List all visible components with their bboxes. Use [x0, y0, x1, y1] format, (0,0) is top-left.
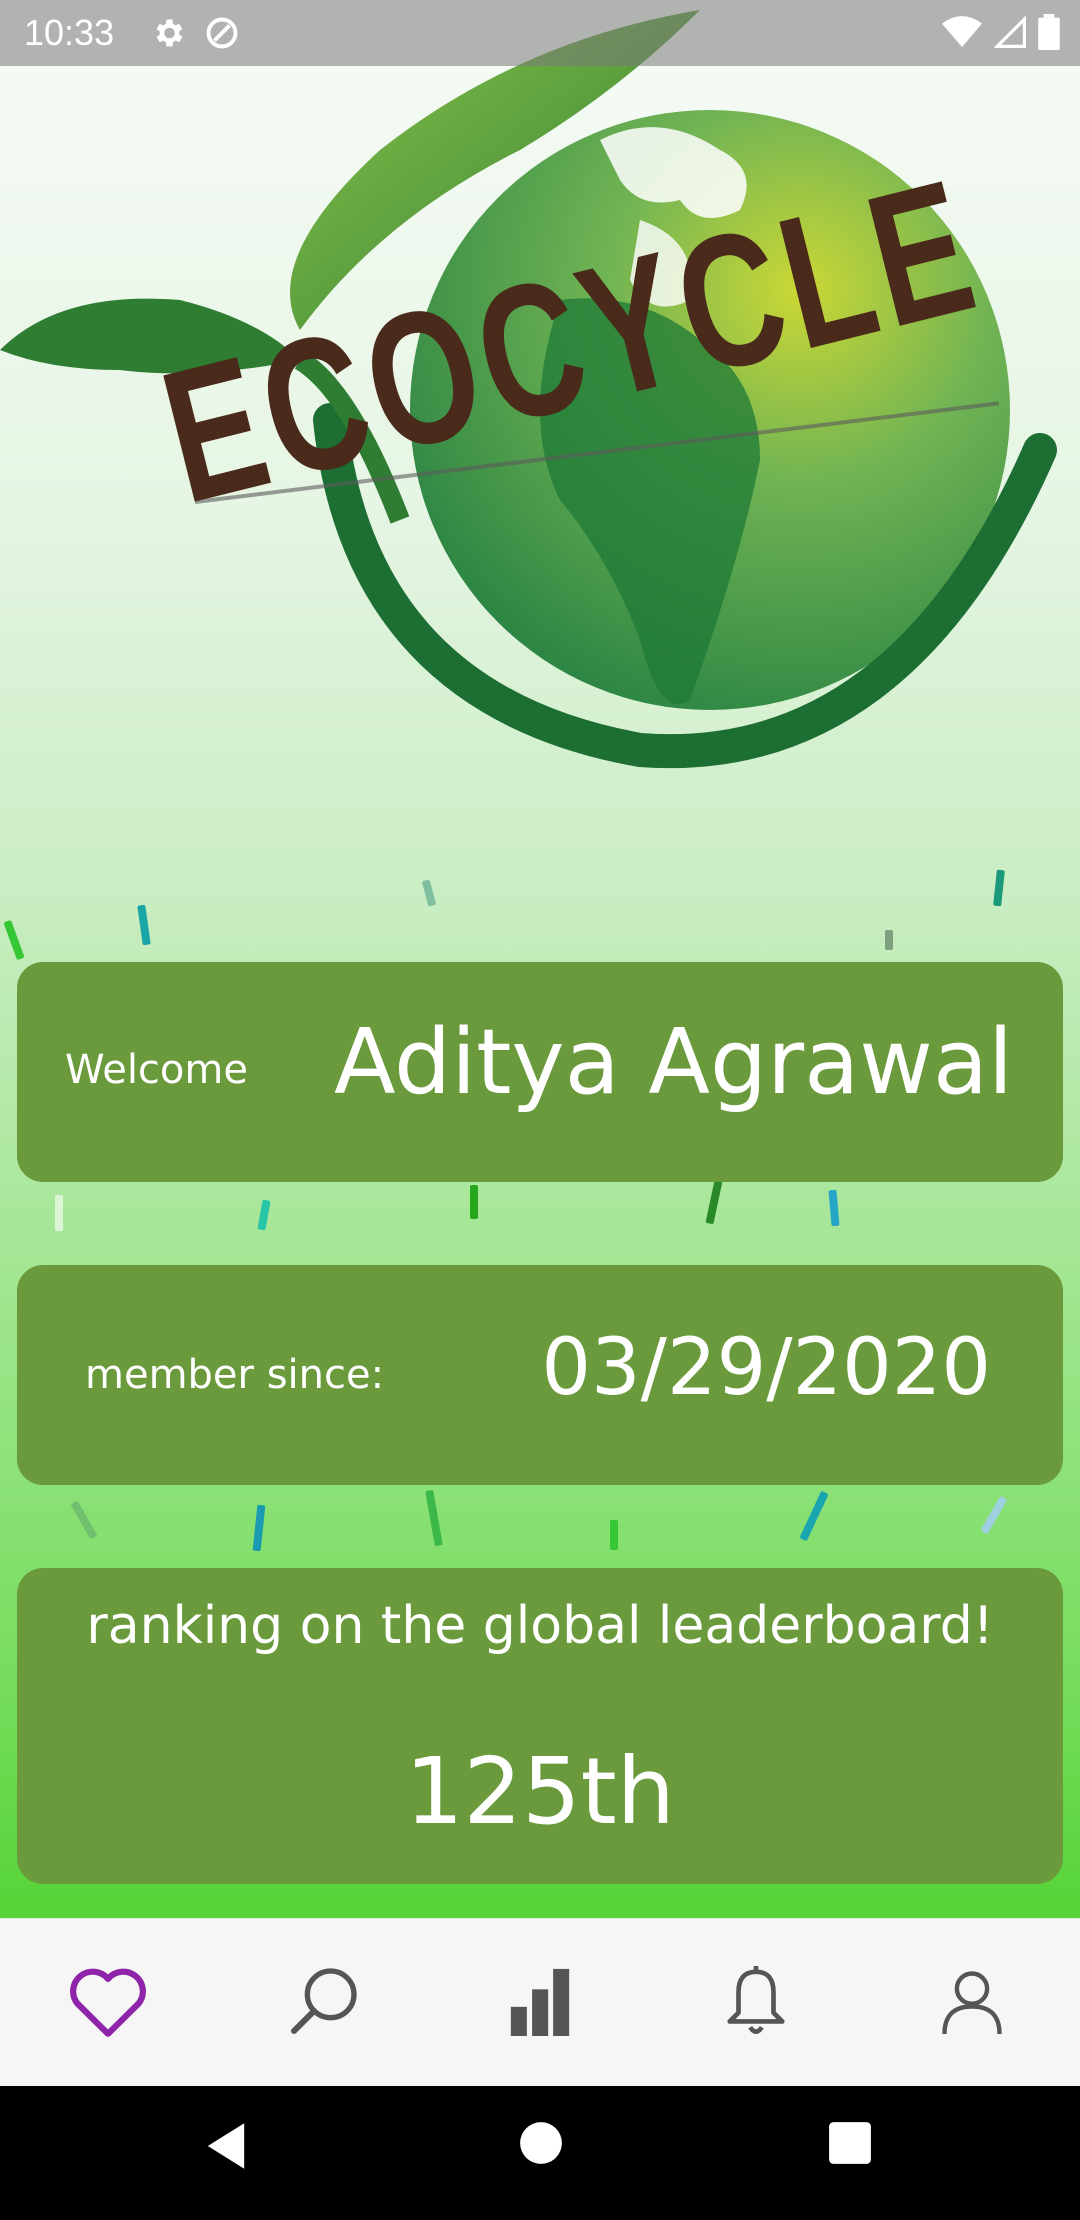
search-icon	[284, 1961, 364, 2045]
status-bar: 10:33	[0, 0, 1080, 66]
member-since-card: member since: 03/29/2020	[17, 1265, 1063, 1485]
nav-search[interactable]	[274, 1953, 374, 2053]
recents-icon[interactable]	[828, 2121, 872, 2169]
confetti-piece	[137, 904, 151, 946]
ranking-card: ranking on the global leaderboard! 125th	[17, 1568, 1063, 1884]
nav-profile[interactable]	[922, 1953, 1022, 2053]
heart-icon	[66, 1963, 150, 2043]
ranking-label: ranking on the global leaderboard!	[86, 1596, 994, 1656]
back-icon[interactable]	[203, 2121, 249, 2175]
confetti-piece	[610, 1520, 618, 1550]
settings-gear-icon	[150, 15, 186, 55]
home-icon[interactable]	[519, 2121, 563, 2169]
confetti-piece	[799, 1490, 829, 1542]
confetti-piece	[705, 1179, 723, 1225]
data-saver-icon	[204, 15, 240, 55]
confetti-piece	[3, 919, 25, 961]
confetti-piece	[70, 1500, 98, 1540]
confetti-piece	[252, 1504, 266, 1552]
status-left-icons	[150, 15, 240, 55]
confetti-piece	[828, 1189, 840, 1227]
status-time: 10:33	[24, 12, 115, 53]
confetti-piece	[470, 1185, 478, 1219]
confetti-piece	[980, 1495, 1008, 1535]
confetti-piece	[885, 930, 893, 950]
status-right-icons	[942, 14, 1060, 54]
member-since-label: member since:	[85, 1352, 385, 1398]
confetti-piece	[421, 879, 437, 907]
member-since-date: 03/29/2020	[541, 1323, 991, 1413]
ecocycle-logo: ECOCYCLE	[0, 0, 1080, 820]
person-icon	[939, 1966, 1005, 2040]
user-name: Aditya Agrawal	[333, 1010, 1013, 1115]
nav-leaderboard[interactable]	[490, 1953, 590, 2053]
confetti-piece	[55, 1195, 63, 1231]
wifi-icon	[942, 15, 982, 53]
cell-signal-icon	[993, 15, 1026, 53]
confetti-piece	[257, 1199, 271, 1231]
bell-icon	[721, 1963, 791, 2043]
bottom-navigation	[0, 1918, 1080, 2087]
system-navigation-bar	[0, 2086, 1080, 2220]
welcome-label: Welcome	[65, 1047, 248, 1093]
battery-icon	[1038, 14, 1060, 54]
confetti-piece	[993, 869, 1005, 907]
confetti-piece	[425, 1489, 443, 1547]
bar-chart-icon	[505, 1966, 575, 2040]
app-screen: ECOCYCLE 10:33 Welcome Aditya Agrawal me…	[0, 0, 1080, 2220]
nav-home[interactable]	[58, 1953, 158, 2053]
nav-notifications[interactable]	[706, 1953, 806, 2053]
ranking-value: 125th	[405, 1738, 675, 1845]
welcome-card: Welcome Aditya Agrawal	[17, 962, 1063, 1182]
